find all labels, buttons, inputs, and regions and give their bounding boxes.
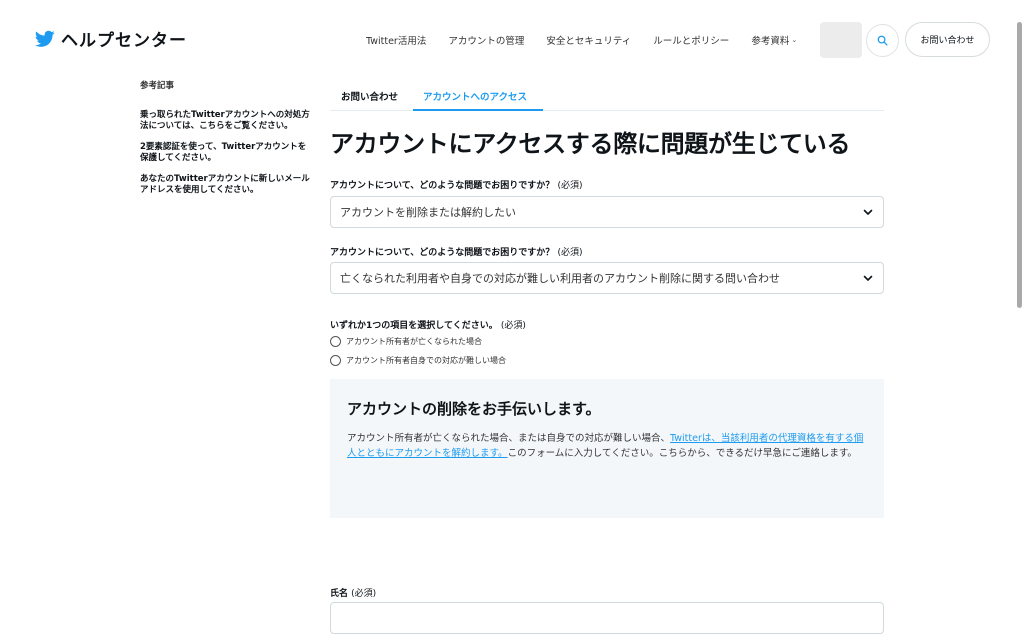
sidebar: 参考記事 乗っ取られたTwitterアカウントへの対処方法については、こちらをご… — [140, 79, 312, 206]
radio-option-incapacitated[interactable]: アカウント所有者自身での対応が難しい場合 — [330, 355, 506, 366]
scrollbar-thumb[interactable] — [1017, 22, 1022, 308]
sidebar-link-two-factor[interactable]: 2要素認証を使って、Twitterアカウントを保護してください。 — [140, 142, 312, 163]
twitter-bird-icon — [35, 30, 55, 47]
question-2-select[interactable]: 亡くなられた利用者や自身での対応が難しい利用者のアカウント削除に関する問い合わせ — [330, 262, 884, 294]
info-box: アカウントの削除をお手伝いします。 アカウント所有者が亡くなられた場合、または自… — [330, 379, 884, 518]
info-text-before: アカウント所有者が亡くなられた場合、または自身での対応が難しい場合、 — [347, 433, 671, 444]
nav-resources-label: 参考資料 — [751, 36, 790, 47]
question-1-select[interactable]: アカウントを削除または解約したい — [330, 196, 884, 228]
info-title: アカウントの削除をお手伝いします。 — [347, 400, 601, 418]
info-text-after: このフォームに入力してください。こちらから、できるだけ早急にご連絡します。 — [507, 448, 857, 459]
radio-option-deceased[interactable]: アカウント所有者が亡くなられた場合 — [330, 336, 482, 347]
required-marker: (必須) — [500, 321, 526, 331]
radio-option-label: アカウント所有者が亡くなられた場合 — [346, 337, 482, 346]
help-center-logo[interactable]: ヘルプセンター — [35, 26, 187, 51]
question-2-label: アカウントについて、どのような問題でお困りですか？ (必須) — [330, 245, 582, 258]
name-label-text: 氏名 — [330, 589, 349, 599]
radio-group-text: いずれか1つの項目を選択してください。 — [330, 321, 498, 331]
question-1-text: アカウントについて、どのような問題でお困りですか？ — [330, 181, 555, 191]
nav-rules-policies[interactable]: ルールとポリシー — [653, 33, 729, 47]
question-2-text: アカウントについて、どのような問題でお困りですか？ — [330, 248, 555, 258]
search-button[interactable] — [866, 24, 899, 57]
tabs: お問い合わせ アカウントへのアクセス — [330, 79, 884, 111]
radio-option-label: アカウント所有者自身での対応が難しい場合 — [346, 356, 506, 365]
header-placeholder-box — [820, 22, 862, 58]
required-marker: (必須) — [351, 589, 377, 599]
radio-group-label: いずれか1つの項目を選択してください。 (必須) — [330, 318, 526, 331]
chevron-down-icon: ⌄ — [791, 36, 798, 44]
required-marker: (必須) — [557, 248, 583, 258]
nav-twitter-usage[interactable]: Twitter活用法 — [366, 33, 426, 47]
chevron-down-icon — [863, 275, 873, 281]
nav-resources[interactable]: 参考資料 ⌄ — [751, 33, 797, 47]
info-text: アカウント所有者が亡くなられた場合、または自身での対応が難しい場合、Twitte… — [347, 431, 867, 461]
search-icon — [877, 35, 888, 46]
question-1-label: アカウントについて、どのような問題でお困りですか？ (必須) — [330, 178, 582, 191]
contact-button[interactable]: お問い合わせ — [905, 22, 990, 57]
sidebar-link-new-email[interactable]: あなたのTwitterアカウントに新しいメールアドレスを使用してください。 — [140, 174, 312, 195]
active-tab-indicator — [413, 109, 543, 111]
chevron-down-icon — [863, 209, 873, 215]
nav-account-management[interactable]: アカウントの管理 — [448, 33, 524, 47]
logo-text: ヘルプセンター — [61, 31, 187, 51]
nav-safety-security[interactable]: 安全とセキュリティ — [546, 33, 631, 47]
required-marker: (必須) — [557, 181, 583, 191]
question-1-value: アカウントを削除または解約したい — [340, 206, 516, 219]
top-nav: Twitter活用法 アカウントの管理 安全とセキュリティ ルールとポリシー 参… — [366, 33, 797, 47]
tab-contact[interactable]: お問い合わせ — [341, 89, 398, 103]
name-label: 氏名 (必須) — [330, 586, 376, 599]
tab-account-access[interactable]: アカウントへのアクセス — [423, 89, 527, 103]
name-input[interactable] — [330, 602, 884, 634]
radio-button[interactable] — [330, 336, 341, 347]
question-2-value: 亡くなられた利用者や自身での対応が難しい利用者のアカウント削除に関する問い合わせ — [340, 272, 780, 285]
sidebar-title: 参考記事 — [140, 81, 175, 91]
page-title: アカウントにアクセスする際に問題が生じている — [330, 130, 851, 158]
sidebar-link-hacked-account[interactable]: 乗っ取られたTwitterアカウントへの対処方法については、こちらをご覧ください… — [140, 110, 312, 131]
radio-button[interactable] — [330, 355, 341, 366]
